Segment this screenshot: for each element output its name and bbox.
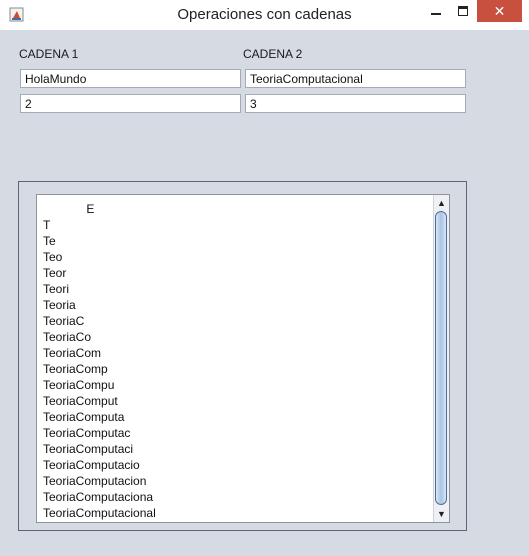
result-line: TeoriaComputaci bbox=[43, 442, 134, 456]
result-line: TeoriaCom bbox=[43, 346, 102, 360]
result-line: Teori bbox=[43, 282, 70, 296]
result-line: Teor bbox=[43, 266, 67, 280]
result-lines: E T Te Teo Teor Teori Teoria TeoriaC TeoriaCo Teo… bbox=[43, 201, 431, 521]
maximize-button[interactable] bbox=[449, 0, 479, 22]
result-line: T bbox=[43, 218, 51, 232]
result-line: TeoriaComputac bbox=[43, 426, 131, 440]
result-line: TeoriaComputacio bbox=[43, 458, 140, 472]
close-icon: ✕ bbox=[493, 3, 506, 19]
cadena1-index-input[interactable]: 2 bbox=[20, 94, 241, 113]
result-line: TeoriaComputaciona bbox=[43, 490, 154, 504]
result-line: TeoriaCo bbox=[43, 330, 92, 344]
result-line: E bbox=[43, 202, 95, 216]
result-line: TeoriaC bbox=[43, 314, 85, 328]
result-line: TeoriaComp bbox=[43, 362, 108, 376]
result-line: TeoriaComput bbox=[43, 394, 118, 408]
vertical-scrollbar[interactable]: ▲ ▼ bbox=[433, 195, 449, 522]
result-line: Te bbox=[43, 234, 56, 248]
result-line: Teo bbox=[43, 250, 63, 264]
title-bar: Operaciones con cadenas ✕ bbox=[0, 0, 529, 30]
close-button[interactable]: ✕ bbox=[477, 0, 522, 22]
scroll-down-icon[interactable]: ▼ bbox=[434, 506, 449, 522]
cadena1-input[interactable]: HolaMundo bbox=[20, 69, 241, 88]
result-line: Teoria bbox=[43, 298, 76, 312]
result-line: TeoriaComputa bbox=[43, 410, 125, 424]
cadena2-label: CADENA 2 bbox=[243, 47, 303, 61]
result-line: TeoriaComputacional bbox=[43, 506, 156, 520]
cadena1-label: CADENA 1 bbox=[19, 47, 79, 61]
cadena2-index-input[interactable]: 3 bbox=[245, 94, 466, 113]
app-window: Operaciones con cadenas ✕ CADENA 1 CADEN… bbox=[0, 0, 529, 556]
result-textarea[interactable]: E T Te Teo Teor Teori Teoria TeoriaC TeoriaCo Teo… bbox=[36, 194, 450, 523]
scroll-thumb[interactable] bbox=[435, 211, 447, 505]
scroll-up-icon[interactable]: ▲ bbox=[434, 195, 449, 211]
result-line: TeoriaComputacion bbox=[43, 474, 147, 488]
cadena2-input[interactable]: TeoriaComputacional bbox=[245, 69, 466, 88]
result-line: TeoriaCompu bbox=[43, 378, 115, 392]
